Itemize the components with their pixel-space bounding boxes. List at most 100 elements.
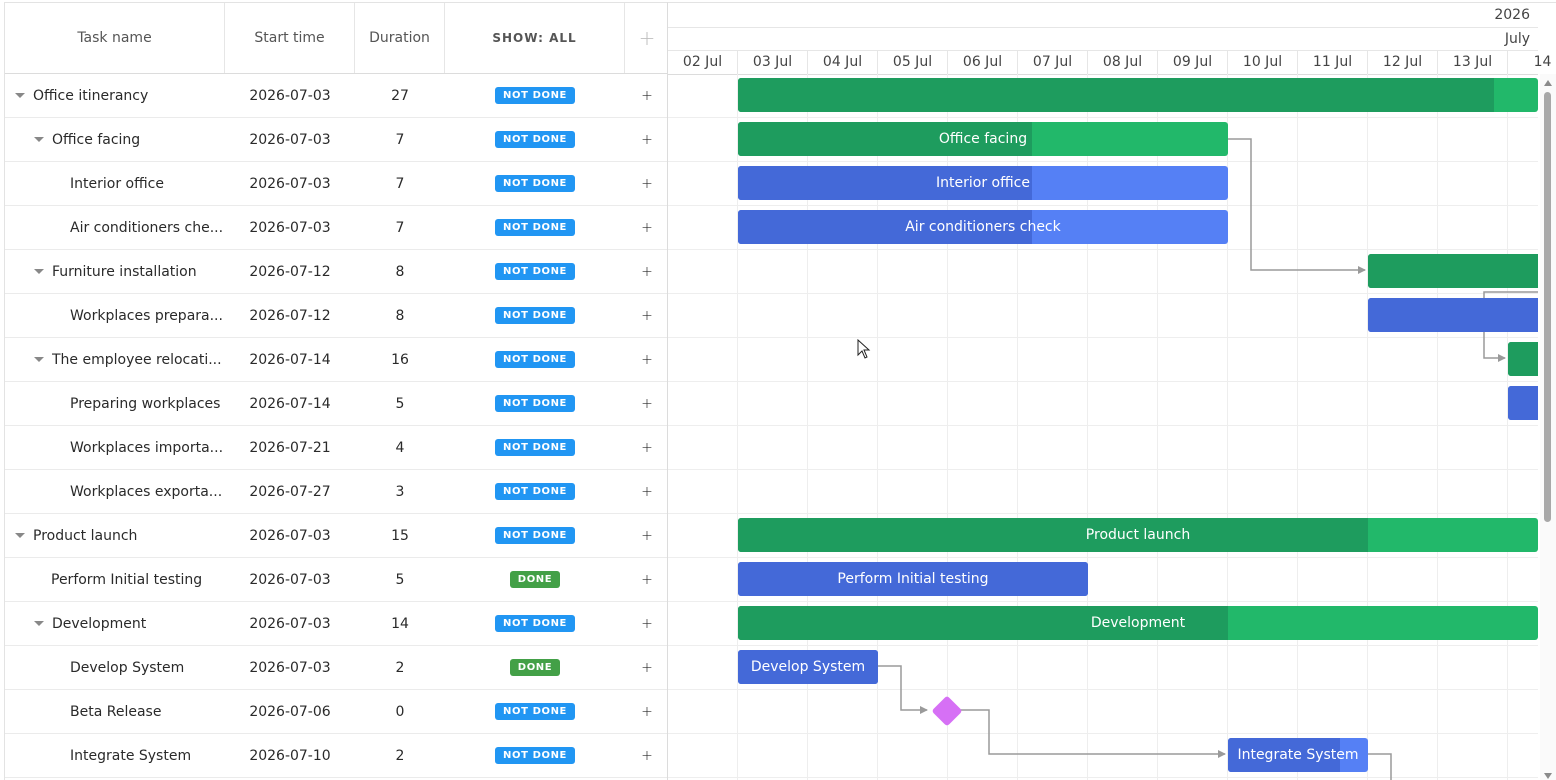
task-name-cell[interactable]: Development bbox=[5, 602, 225, 645]
column-header-start-time[interactable]: Start time bbox=[225, 3, 355, 73]
task-name-cell[interactable]: The employee relocati... bbox=[5, 338, 225, 381]
add-subtask-button[interactable]: + bbox=[625, 294, 667, 337]
bar-integrate-system[interactable]: Integrate System bbox=[1228, 738, 1368, 772]
table-row[interactable]: Workplaces prepara... 2026-07-12 8 NOT DONE… bbox=[5, 294, 667, 338]
status-badge[interactable]: NOT DONE bbox=[495, 307, 575, 324]
table-row[interactable]: Furniture installation 2026-07-12 8 NOT DON… bbox=[5, 250, 667, 294]
add-subtask-button[interactable]: + bbox=[625, 558, 667, 601]
task-name-cell[interactable]: Develop System bbox=[5, 646, 225, 689]
add-subtask-button[interactable]: + bbox=[625, 162, 667, 205]
table-row[interactable]: Product launch 2026-07-03 15 NOT DONE + bbox=[5, 514, 667, 558]
bar-preparing-workplaces[interactable] bbox=[1508, 386, 1538, 420]
bar-develop-system[interactable]: Develop System bbox=[738, 650, 878, 684]
add-subtask-button[interactable]: + bbox=[625, 338, 667, 381]
status-badge[interactable]: NOT DONE bbox=[495, 351, 575, 368]
bar-product-launch[interactable]: Product launch bbox=[738, 518, 1538, 552]
status-badge[interactable]: DONE bbox=[509, 571, 561, 588]
add-subtask-button[interactable]: + bbox=[625, 646, 667, 689]
add-subtask-button[interactable]: + bbox=[625, 206, 667, 249]
bar-workplaces-preparation[interactable] bbox=[1368, 298, 1538, 332]
status-badge[interactable]: NOT DONE bbox=[495, 615, 575, 632]
task-name-cell[interactable]: Perform Initial testing bbox=[5, 558, 225, 601]
status-badge[interactable]: NOT DONE bbox=[495, 483, 575, 500]
bar-label: Development bbox=[1090, 615, 1186, 631]
task-name-cell[interactable]: Office itinerancy bbox=[5, 74, 225, 117]
task-name-cell[interactable]: Workplaces prepara... bbox=[5, 294, 225, 337]
bar-office-facing[interactable]: Office facing bbox=[738, 122, 1228, 156]
bar-interior-office[interactable]: Interior office bbox=[738, 166, 1228, 200]
status-badge[interactable]: NOT DONE bbox=[495, 439, 575, 456]
status-badge[interactable]: NOT DONE bbox=[495, 87, 575, 104]
table-row[interactable]: Interior office 2026-07-03 7 NOT DONE + bbox=[5, 162, 667, 206]
status-badge[interactable]: NOT DONE bbox=[495, 395, 575, 412]
status-badge[interactable]: NOT DONE bbox=[495, 131, 575, 148]
status-badge[interactable]: NOT DONE bbox=[495, 703, 575, 720]
add-subtask-button[interactable]: + bbox=[625, 734, 667, 777]
status-badge[interactable]: NOT DONE bbox=[495, 527, 575, 544]
add-subtask-button[interactable]: + bbox=[625, 382, 667, 425]
bar-furniture-installation[interactable] bbox=[1368, 254, 1538, 288]
task-name-cell[interactable]: Beta Release bbox=[5, 690, 225, 733]
table-row[interactable]: The employee relocati... 2026-07-14 16 NOT … bbox=[5, 338, 667, 382]
table-row[interactable]: Air conditioners che... 2026-07-03 7 NOT DO… bbox=[5, 206, 667, 250]
expand-toggle-icon[interactable] bbox=[15, 533, 25, 538]
status-badge[interactable]: NOT DONE bbox=[495, 263, 575, 280]
task-name-cell[interactable]: Product launch bbox=[5, 514, 225, 557]
add-subtask-button[interactable]: + bbox=[625, 426, 667, 469]
table-row[interactable]: Beta Release 2026-07-06 0 NOT DONE + bbox=[5, 690, 667, 734]
status-badge[interactable]: NOT DONE bbox=[495, 747, 575, 764]
link-beta-to-integrate[interactable] bbox=[960, 709, 1226, 758]
add-subtask-button[interactable]: + bbox=[625, 74, 667, 117]
gantt-app: Task name Start time Duration SHOW: ALL … bbox=[0, 0, 1556, 780]
add-task-header-button[interactable]: + bbox=[625, 3, 667, 73]
bar-air-conditioners[interactable]: Air conditioners check bbox=[738, 210, 1228, 244]
add-subtask-button[interactable]: + bbox=[625, 514, 667, 557]
expand-toggle-icon[interactable] bbox=[34, 357, 44, 362]
expand-toggle-icon[interactable] bbox=[34, 621, 44, 626]
add-subtask-button[interactable]: + bbox=[625, 470, 667, 513]
status-badge[interactable]: NOT DONE bbox=[495, 219, 575, 236]
task-name-cell[interactable]: Air conditioners che... bbox=[5, 206, 225, 249]
task-name-cell[interactable]: Workplaces importa... bbox=[5, 426, 225, 469]
expand-toggle-icon[interactable] bbox=[34, 137, 44, 142]
task-name-cell[interactable]: Preparing workplaces bbox=[5, 382, 225, 425]
column-header-task-name[interactable]: Task name bbox=[5, 3, 225, 73]
status-badge[interactable]: NOT DONE bbox=[495, 175, 575, 192]
table-row[interactable]: Preparing workplaces 2026-07-14 5 NOT DONE + bbox=[5, 382, 667, 426]
table-row[interactable]: Develop System 2026-07-03 2 DONE + bbox=[5, 646, 667, 690]
link-integrate-next[interactable] bbox=[1368, 753, 1392, 780]
duration-cell: 8 bbox=[395, 263, 405, 280]
table-row[interactable]: Workplaces importa... 2026-07-21 4 NOT DONE… bbox=[5, 426, 667, 470]
task-name-cell[interactable]: Workplaces exporta... bbox=[5, 470, 225, 513]
task-name-cell[interactable]: Integrate System bbox=[5, 734, 225, 777]
link-develop-to-beta[interactable] bbox=[878, 665, 928, 714]
scroll-up-icon[interactable] bbox=[1544, 80, 1552, 86]
column-header-duration[interactable]: Duration bbox=[355, 3, 445, 73]
add-subtask-button[interactable]: + bbox=[625, 690, 667, 733]
bar-office-itinerancy[interactable] bbox=[738, 78, 1538, 112]
table-row[interactable]: Perform Initial testing 2026-07-03 5 DONE + bbox=[5, 558, 667, 602]
bar-perform-initial-testing[interactable]: Perform Initial testing bbox=[738, 562, 1088, 596]
status-badge[interactable]: DONE bbox=[509, 659, 561, 676]
table-row[interactable]: Integrate System 2026-07-10 2 NOT DONE + bbox=[5, 734, 667, 778]
add-subtask-button[interactable]: + bbox=[625, 602, 667, 645]
expand-toggle-icon[interactable] bbox=[15, 93, 25, 98]
task-name-cell[interactable]: Furniture installation bbox=[5, 250, 225, 293]
bar-employee-relocation[interactable] bbox=[1508, 342, 1538, 376]
add-subtask-button[interactable]: + bbox=[625, 250, 667, 293]
table-row[interactable]: Development 2026-07-03 14 NOT DONE + bbox=[5, 602, 667, 646]
table-row[interactable]: Workplaces exporta... 2026-07-27 3 NOT DONE… bbox=[5, 470, 667, 514]
duration-cell: 7 bbox=[395, 219, 405, 236]
expand-toggle-icon[interactable] bbox=[34, 269, 44, 274]
table-row[interactable]: Office facing 2026-07-03 7 NOT DONE + bbox=[5, 118, 667, 162]
link-office-facing-to-furniture[interactable] bbox=[1228, 138, 1366, 274]
status-filter-button[interactable]: SHOW: ALL bbox=[445, 3, 625, 73]
add-subtask-button[interactable]: + bbox=[625, 118, 667, 161]
scroll-down-icon[interactable] bbox=[1544, 773, 1552, 779]
task-name-cell[interactable]: Office facing bbox=[5, 118, 225, 161]
bar-development[interactable]: Development bbox=[738, 606, 1538, 640]
task-name-cell[interactable]: Interior office bbox=[5, 162, 225, 205]
scroll-thumb[interactable] bbox=[1544, 92, 1551, 522]
table-row[interactable]: Office itinerancy 2026-07-03 27 NOT DONE + bbox=[5, 74, 667, 118]
vertical-scrollbar[interactable] bbox=[1540, 74, 1556, 780]
